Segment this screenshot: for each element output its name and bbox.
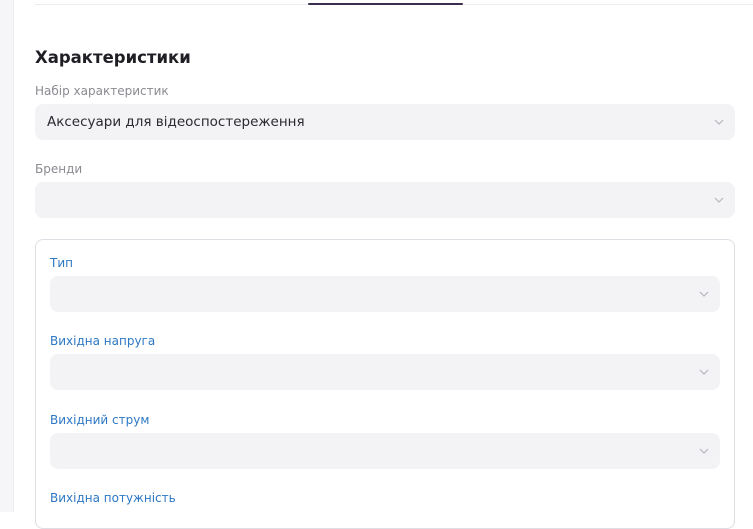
type-select[interactable] — [50, 276, 720, 312]
chevron-down-icon — [699, 289, 709, 299]
feature-set-select[interactable]: Аксесуари для відеоспостереження — [35, 104, 735, 140]
brands-label: Бренди — [35, 162, 83, 176]
output-voltage-select[interactable] — [50, 354, 720, 390]
feature-set-label: Набір характеристик — [35, 84, 169, 98]
active-tab-indicator — [308, 3, 463, 5]
output-current-select[interactable] — [50, 433, 720, 469]
feature-set-value: Аксесуари для відеоспостереження — [47, 114, 305, 130]
output-current-label: Вихідний струм — [50, 413, 150, 427]
chevron-down-icon — [699, 367, 709, 377]
sidebar-edge — [0, 0, 14, 512]
type-label: Тип — [50, 256, 73, 270]
output-voltage-label: Вихідна напруга — [50, 334, 156, 348]
chevron-down-icon — [699, 446, 709, 456]
brands-select[interactable] — [35, 182, 735, 218]
chevron-down-icon — [714, 195, 724, 205]
output-power-label: Вихідна потужність — [50, 491, 176, 505]
section-title: Характеристики — [35, 48, 191, 67]
chevron-down-icon — [714, 117, 724, 127]
